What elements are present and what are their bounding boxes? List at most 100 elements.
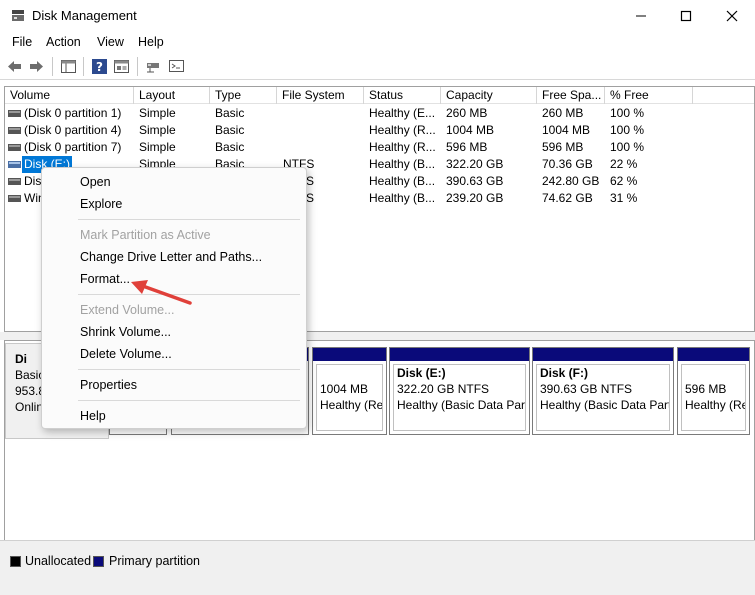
list-header: Volume Layout Type File System Status Ca… (5, 87, 754, 104)
window-title: Disk Management (32, 8, 137, 23)
partition-inner: Disk (E:) 322.20 GB NTFS Healthy (Basic … (393, 364, 526, 431)
menu-item-mark-active: Mark Partition as Active (80, 228, 211, 242)
minimize-button[interactable] (618, 0, 664, 31)
partition-name: Disk (F:) (540, 366, 588, 380)
partition-inner: 596 MB Healthy (Re (681, 364, 746, 431)
column-header-layout[interactable]: Layout (134, 87, 210, 104)
volume-icon (8, 110, 21, 117)
menu-separator (78, 369, 300, 370)
volume-icon (8, 144, 21, 151)
cell-layout: Simple (139, 123, 176, 137)
disk-status: Onlin (15, 400, 44, 414)
column-header-file-system[interactable]: File System (277, 87, 364, 104)
cell-free-space: 242.80 GB (542, 174, 600, 188)
cell-status: Healthy (B... (369, 174, 436, 188)
cell-free-space: 74.62 GB (542, 191, 593, 205)
cell-percent-free: 100 % (610, 140, 645, 154)
toolbar-separator (137, 57, 138, 76)
cell-percent-free: 62 % (610, 174, 638, 188)
menu-view[interactable]: View (97, 35, 124, 49)
toolbar-separator (52, 57, 53, 76)
cell-layout: Simple (139, 140, 176, 154)
cell-status: Healthy (R... (369, 140, 436, 154)
cell-percent-free: 31 % (610, 191, 638, 205)
column-header-status[interactable]: Status (364, 87, 441, 104)
partition-status: Healthy (Basic Data Parti (540, 398, 670, 412)
partition-bar (313, 348, 386, 361)
cell-capacity: 322.20 GB (446, 157, 504, 171)
volume-icon (8, 195, 21, 202)
partition-inner: 1004 MB Healthy (Re (316, 364, 383, 431)
menu-item-delete-volume[interactable]: Delete Volume... (80, 347, 172, 361)
volume-icon (8, 178, 21, 185)
partition-bar (678, 348, 749, 361)
menu-item-shrink-volume[interactable]: Shrink Volume... (80, 325, 171, 339)
cell-volume: Dis (24, 174, 42, 188)
disk-name: Di (15, 352, 27, 366)
menu-item-change-drive-letter[interactable]: Change Drive Letter and Paths... (80, 250, 262, 264)
menu-item-explore[interactable]: Explore (80, 197, 122, 211)
close-icon (726, 10, 738, 21)
partition-block[interactable]: 596 MB Healthy (Re (677, 347, 750, 435)
legend-swatch-primary (93, 556, 104, 567)
partition-block[interactable]: 1004 MB Healthy (Re (312, 347, 387, 435)
menu-bar: File Action View Help (0, 31, 755, 53)
annotation-arrow-icon (131, 280, 192, 305)
cell-free-space: 260 MB (542, 106, 584, 120)
disk-icon[interactable] (145, 58, 162, 75)
partition-status: Healthy (Basic Data Part (397, 398, 526, 412)
partition-e[interactable]: Disk (E:) 322.20 GB NTFS Healthy (Basic … (389, 347, 530, 435)
menu-file[interactable]: File (12, 35, 32, 49)
cell-status: Healthy (R... (369, 123, 436, 137)
console-tree-icon[interactable] (60, 58, 77, 75)
table-row[interactable]: (Disk 0 partition 7) Simple Basic Health… (5, 139, 754, 156)
menu-separator (78, 400, 300, 401)
partition-size: 1004 MB (320, 382, 369, 396)
partition-f[interactable]: Disk (F:) 390.63 GB NTFS Healthy (Basic … (532, 347, 674, 435)
volume-icon (8, 127, 21, 134)
table-row[interactable]: (Disk 0 partition 4) Simple Basic Health… (5, 122, 754, 139)
legend-bar: Unallocated Primary partition (0, 540, 755, 595)
column-header-type[interactable]: Type (210, 87, 277, 104)
cell-status: Healthy (B... (369, 157, 436, 171)
cell-volume: (Disk 0 partition 1) (24, 106, 122, 120)
partition-bar (390, 348, 529, 361)
cell-type: Basic (215, 140, 245, 154)
cell-percent-free: 100 % (610, 123, 645, 137)
menu-separator (78, 219, 300, 220)
cell-volume: (Disk 0 partition 4) (24, 123, 122, 137)
menu-item-open[interactable]: Open (80, 175, 111, 189)
menu-item-properties[interactable]: Properties (80, 378, 137, 392)
legend-primary-partition: Primary partition (109, 554, 200, 568)
toolbar: ? (0, 53, 755, 80)
disk-type: Basic (15, 368, 45, 382)
help-icon[interactable]: ? (91, 58, 108, 75)
cell-capacity: 1004 MB (446, 123, 495, 137)
maximize-button[interactable] (663, 0, 709, 31)
column-header-capacity[interactable]: Capacity (441, 87, 537, 104)
column-header-percent-free[interactable]: % Free (605, 87, 693, 104)
cell-status: Healthy (E... (369, 106, 436, 120)
cell-capacity: 596 MB (446, 140, 488, 154)
volume-icon (8, 161, 21, 168)
properties-icon[interactable] (113, 58, 130, 75)
menu-item-format[interactable]: Format... (80, 272, 130, 286)
menu-help[interactable]: Help (138, 35, 164, 49)
menu-item-help[interactable]: Help (80, 409, 106, 423)
svg-text:?: ? (96, 60, 103, 74)
close-button[interactable] (709, 0, 755, 31)
back-arrow-icon[interactable] (6, 58, 23, 75)
volume-list-icon[interactable] (168, 58, 185, 75)
partition-size: 322.20 GB NTFS (397, 382, 490, 396)
cell-percent-free: 100 % (610, 106, 645, 120)
column-header-volume[interactable]: Volume (5, 87, 134, 104)
partition-name: Disk (E:) (397, 366, 446, 380)
partition-size: 596 MB (685, 382, 727, 396)
cell-file-system: S (306, 174, 315, 188)
menu-action[interactable]: Action (46, 35, 81, 49)
table-row[interactable]: (Disk 0 partition 1) Simple Basic Health… (5, 105, 754, 122)
cell-layout: Simple (139, 106, 176, 120)
minimize-icon (636, 15, 646, 16)
forward-arrow-icon[interactable] (28, 58, 45, 75)
column-header-free-space[interactable]: Free Spa... (537, 87, 605, 104)
